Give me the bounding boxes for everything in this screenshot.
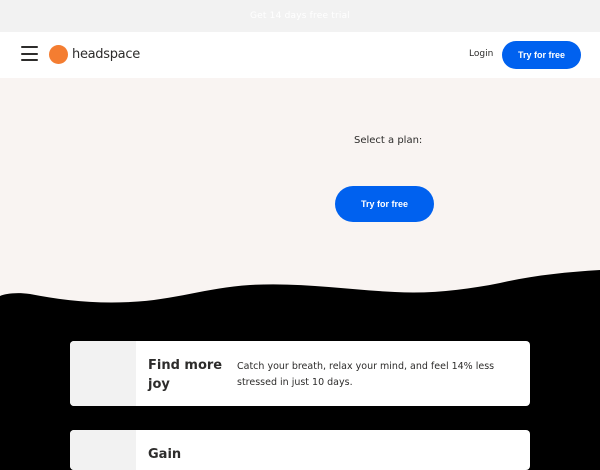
try-for-free-button-nav[interactable]: Try for free [502,41,581,69]
benefit-title: Gain [148,447,182,462]
logo-wordmark: headspace [72,47,140,62]
promo-banner[interactable]: Get 14 days free trial [0,0,600,32]
benefit-card-second[interactable]: Gain [70,430,530,470]
try-for-free-button-hero[interactable]: Try for free [335,186,434,222]
top-nav: headspace Login Try for free [0,32,600,78]
hero-section: Select a plan: Try for free [0,78,600,318]
logo-dot-icon [49,45,68,64]
hamburger-menu-icon[interactable] [21,46,38,61]
benefit-title: Find more joy [148,358,223,392]
benefit-image-placeholder [70,430,136,470]
login-link[interactable]: Login [469,49,493,59]
select-plan-label: Select a plan: [354,135,423,146]
benefit-description: Catch your breath, relax your mind, and … [237,361,495,388]
hero-wave-background [0,78,600,303]
benefit-image-placeholder [70,341,136,406]
benefit-card-joy[interactable]: Find more joy Catch your breath, relax y… [70,341,530,406]
promo-text[interactable]: Get 14 days free trial [250,11,350,21]
headspace-logo[interactable]: headspace [49,45,140,64]
